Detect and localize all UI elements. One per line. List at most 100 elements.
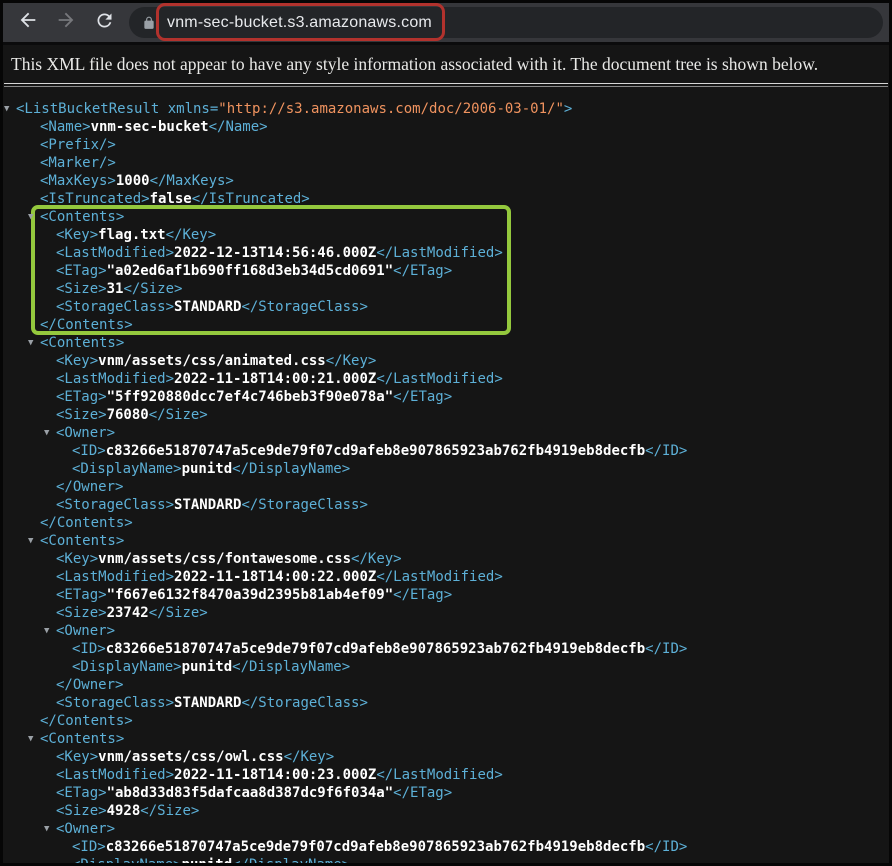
- xml-text-value: vnm-sec-bucket: [91, 119, 209, 135]
- xml-text-value: "f667e6132f8470a39d2395b81ab4ef09": [107, 587, 394, 603]
- xml-tag: <Name>: [40, 119, 91, 135]
- xml-tag: <Key>: [56, 227, 98, 243]
- xml-tag: </ID>: [645, 641, 687, 657]
- xml-tag: </Size>: [149, 407, 208, 423]
- notice-divider: [4, 83, 888, 87]
- xml-tag: </ID>: [645, 443, 687, 459]
- browser-toolbar: vnm-sec-bucket.s3.amazonaws.com: [3, 3, 889, 45]
- xml-tag: <ETag>: [56, 263, 107, 279]
- reload-button[interactable]: [91, 10, 117, 36]
- xml-tag: </MaxKeys>: [150, 173, 234, 189]
- xml-tag: </StorageClass>: [241, 695, 367, 711]
- xml-line: <LastModified>2022-12-13T14:56:46.000Z</…: [3, 244, 889, 262]
- back-button[interactable]: [15, 10, 41, 36]
- xml-tag: </Key>: [351, 551, 402, 567]
- xml-line: <Name>vnm-sec-bucket</Name>: [3, 118, 889, 136]
- xml-tag: </IsTruncated>: [192, 191, 310, 207]
- xml-tag: </DisplayName>: [232, 659, 350, 675]
- xml-tag: <StorageClass>: [56, 497, 174, 513]
- xml-attr-value: "http://s3.amazonaws.com/doc/2006-03-01/…: [218, 101, 564, 117]
- url-text[interactable]: vnm-sec-bucket.s3.amazonaws.com: [167, 14, 432, 32]
- collapse-toggle-icon[interactable]: ▼: [44, 820, 49, 838]
- collapse-toggle-icon[interactable]: ▼: [44, 622, 49, 640]
- xml-text-value: punitd: [182, 659, 233, 675]
- collapse-toggle-icon[interactable]: ▼: [28, 334, 33, 352]
- xml-text-value: 31: [107, 281, 124, 297]
- xml-text-value: "5ff920880dcc7ef4c746beb3f90e078a": [107, 389, 394, 405]
- xml-text-value: STANDARD: [174, 695, 241, 711]
- browser-window: vnm-sec-bucket.s3.amazonaws.com This XML…: [0, 0, 892, 866]
- xml-tag: </LastModified>: [376, 767, 502, 783]
- xml-tag: </ETag>: [393, 389, 452, 405]
- xml-line: <Prefix/>: [3, 136, 889, 154]
- xml-line: ▼ <ListBucketResult xmlns="http://s3.amaz…: [3, 100, 889, 118]
- xml-line: <DisplayName>punitd</DisplayName>: [3, 658, 889, 676]
- xml-tag: <Contents>: [40, 209, 124, 225]
- xml-line: <ETag>"f667e6132f8470a39d2395b81ab4ef09"…: [3, 586, 889, 604]
- xml-tag: <LastModified>: [56, 767, 174, 783]
- xml-tag: </Size>: [140, 803, 199, 819]
- collapse-toggle-icon[interactable]: ▼: [28, 532, 33, 550]
- back-arrow-icon: [17, 9, 39, 36]
- xml-tag: <Key>: [56, 551, 98, 567]
- address-bar[interactable]: vnm-sec-bucket.s3.amazonaws.com: [129, 7, 883, 38]
- xml-tag: <LastModified>: [56, 569, 174, 585]
- xml-line: <StorageClass>STANDARD</StorageClass>: [3, 496, 889, 514]
- xml-line: <ETag>"ab8d33d83f5dafcaa8d387dc9f6f034a"…: [3, 784, 889, 802]
- xml-text-value: 2022-11-18T14:00:23.000Z: [174, 767, 376, 783]
- xml-text-value: 2022-11-18T14:00:21.000Z: [174, 371, 376, 387]
- xml-line: <DisplayName>punitd</DisplayName>: [3, 856, 889, 866]
- xml-line: <LastModified>2022-11-18T14:00:23.000Z</…: [3, 766, 889, 784]
- xml-line: <Size>76080</Size>: [3, 406, 889, 424]
- xml-tag: <Contents>: [40, 731, 124, 747]
- xml-tag: <Contents>: [40, 533, 124, 549]
- xml-tag: <StorageClass>: [56, 299, 174, 315]
- xml-tag: <Size>: [56, 281, 107, 297]
- collapse-toggle-icon[interactable]: ▼: [4, 100, 9, 118]
- collapse-toggle-icon[interactable]: ▼: [28, 730, 33, 748]
- collapse-toggle-icon[interactable]: ▼: [44, 424, 49, 442]
- xml-tag: <Size>: [56, 803, 107, 819]
- xml-line: <LastModified>2022-11-18T14:00:22.000Z</…: [3, 568, 889, 586]
- lock-icon[interactable]: [142, 15, 156, 31]
- xml-tag: <Contents>: [40, 335, 124, 351]
- xml-tag: </DisplayName>: [232, 857, 350, 866]
- xml-tag: <IsTruncated>: [40, 191, 150, 207]
- xml-text-value: 23742: [107, 605, 149, 621]
- xml-tag: </Contents>: [40, 317, 133, 333]
- xml-line: <DisplayName>punitd</DisplayName>: [3, 460, 889, 478]
- xml-text-value: 4928: [107, 803, 141, 819]
- xml-tag: <DisplayName>: [72, 461, 182, 477]
- xml-line: <Key>vnm/assets/css/owl.css</Key>: [3, 748, 889, 766]
- xml-tag: <ID>: [72, 641, 106, 657]
- xml-line: </Owner>: [3, 676, 889, 694]
- xml-text-value: STANDARD: [174, 299, 241, 315]
- xml-line: <StorageClass>STANDARD</StorageClass>: [3, 298, 889, 316]
- xml-line: <MaxKeys>1000</MaxKeys>: [3, 172, 889, 190]
- xml-text-value: "ab8d33d83f5dafcaa8d387dc9f6f034a": [107, 785, 394, 801]
- xml-line: <Size>31</Size>: [3, 280, 889, 298]
- xml-tag: </Size>: [149, 605, 208, 621]
- xml-tag: </ETag>: [393, 785, 452, 801]
- xml-tag: <Prefix/>: [40, 137, 116, 153]
- xml-tag: </Owner>: [56, 479, 123, 495]
- collapse-toggle-icon[interactable]: ▼: [28, 208, 33, 226]
- xml-tag: </ID>: [645, 839, 687, 855]
- xml-tag: <StorageClass>: [56, 695, 174, 711]
- xml-document-tree: ▼ <ListBucketResult xmlns="http://s3.amaz…: [3, 100, 889, 866]
- xml-line: <StorageClass>STANDARD</StorageClass>: [3, 694, 889, 712]
- forward-button[interactable]: [53, 10, 79, 36]
- xml-line: <LastModified>2022-11-18T14:00:21.000Z</…: [3, 370, 889, 388]
- xml-tag: <Size>: [56, 605, 107, 621]
- xml-tag: <DisplayName>: [72, 857, 182, 866]
- xml-text-value: STANDARD: [174, 497, 241, 513]
- xml-text-value: c83266e51870747a5ce9de79f07cd9afeb8e9078…: [106, 839, 645, 855]
- xml-text-value: punitd: [182, 857, 233, 866]
- xml-tag: <ETag>: [56, 389, 107, 405]
- xml-line: <ID>c83266e51870747a5ce9de79f07cd9afeb8e…: [3, 640, 889, 658]
- xml-line: </Owner>: [3, 478, 889, 496]
- forward-arrow-icon: [55, 9, 77, 36]
- reload-icon: [94, 10, 115, 36]
- xml-tag: <ListBucketResult xmlns=: [16, 101, 218, 117]
- xml-tag: </Contents>: [40, 515, 133, 531]
